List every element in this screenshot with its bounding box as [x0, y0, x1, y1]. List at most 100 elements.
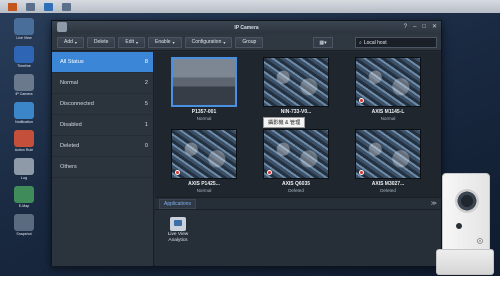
- search-box: ⌕: [355, 37, 437, 48]
- camera-name: NIN-733-V0...: [280, 109, 312, 115]
- sidebar-item-label: Disconnected: [60, 101, 94, 107]
- applications-panel: Applications ≫ Live View Analytics: [155, 197, 441, 266]
- desktop-icon-emap[interactable]: E-Map: [4, 186, 44, 208]
- status-sidebar: All Status 8 Normal 2 Disconnected 5 Dis…: [52, 52, 154, 266]
- window-controls: ? – □ ✕: [404, 23, 437, 31]
- close-icon[interactable]: ✕: [432, 23, 437, 31]
- ip-camera-icon: [14, 74, 34, 91]
- view-mode-button[interactable]: ▦▾: [313, 37, 333, 48]
- search-icon: ⌕: [359, 39, 362, 46]
- chevron-down-icon: ▾: [223, 39, 226, 45]
- sidebar-item-disconnected[interactable]: Disconnected 5: [52, 94, 153, 115]
- camera-name: P1357-001: [191, 109, 217, 115]
- sidebar-item-deleted[interactable]: Deleted 0: [52, 136, 153, 157]
- sidebar-item-label: Deleted: [60, 143, 80, 149]
- camera-tile[interactable]: AXIS P1425... Normal: [159, 129, 249, 193]
- camera-tile[interactable]: NIN-733-V0...: [251, 57, 341, 116]
- live-view-analytics-icon: [170, 217, 186, 231]
- camera-name: AXIS M3027...: [371, 181, 405, 187]
- timeline-icon: [14, 46, 34, 63]
- camera-tile[interactable]: AXIS Q6035 Deleted: [251, 129, 341, 193]
- ip-camera-device-photo: [436, 173, 494, 279]
- live-view-icon: [14, 18, 34, 35]
- chevron-down-icon: ▾: [136, 39, 139, 45]
- camera-grid-area: P1357-001 Normal NIN-733-V0... AXIS M114…: [155, 52, 441, 266]
- notification-icon: [14, 102, 34, 119]
- search-input[interactable]: [363, 39, 434, 46]
- camera-speaker-grille: [476, 237, 484, 245]
- taskbar-camera-icon[interactable]: [8, 2, 17, 11]
- desktop-icon-ipcam[interactable]: IP Camera: [4, 74, 44, 96]
- desktop-icon-log[interactable]: Log: [4, 158, 44, 180]
- camera-base: [436, 249, 494, 275]
- camera-sensor: [456, 223, 462, 229]
- group-button[interactable]: Group: [235, 36, 264, 48]
- camera-status: Normal: [196, 188, 212, 193]
- camera-tooltip: 攝影機 & 管理: [263, 117, 306, 128]
- sidebar-item-count: 8: [144, 59, 148, 65]
- sidebar-item-count: 5: [144, 101, 148, 107]
- app-camera-icon: [57, 22, 67, 32]
- delete-button[interactable]: Delete: [86, 36, 116, 48]
- sidebar-item-normal[interactable]: Normal 2: [52, 73, 153, 94]
- camera-tile[interactable]: AXIS M1145-L Normal: [343, 57, 433, 121]
- camera-lens-icon: [455, 189, 479, 213]
- camera-tile[interactable]: AXIS M3027... Deleted: [343, 129, 433, 193]
- camera-name: AXIS Q6035: [281, 181, 311, 187]
- camera-thumbnail: [355, 57, 421, 107]
- camera-thumbnail: [355, 129, 421, 179]
- app-tile-live-view-analytics[interactable]: Live View Analytics: [163, 217, 193, 243]
- emap-icon: [14, 186, 34, 203]
- recording-indicator-icon: [175, 170, 180, 175]
- sidebar-item-label: Disabled: [60, 122, 82, 128]
- minimize-icon[interactable]: –: [413, 23, 416, 31]
- desktop-taskbar: [0, 0, 500, 13]
- chevron-down-icon: ▾: [74, 39, 77, 45]
- help-icon[interactable]: ?: [404, 23, 407, 31]
- window-title: IP Camera: [234, 24, 259, 31]
- ip-camera-window: IP Camera ? – □ ✕ Add ▾ Delete Edit ▾ En…: [51, 20, 442, 266]
- enable-button[interactable]: Enable ▾: [148, 36, 182, 48]
- tab-applications[interactable]: Applications: [159, 198, 196, 209]
- sidebar-item-label: Normal: [60, 80, 79, 86]
- desktop-icon-live-view[interactable]: Live View: [4, 18, 44, 40]
- recording-indicator-icon: [359, 98, 364, 103]
- camera-name: AXIS M1145-L: [371, 109, 405, 115]
- edit-button[interactable]: Edit ▾: [118, 36, 146, 48]
- camera-status: Deleted: [380, 188, 396, 193]
- window-titlebar[interactable]: IP Camera ? – □ ✕: [52, 21, 441, 34]
- camera-thumbnail: [263, 57, 329, 107]
- camera-status: Normal: [196, 116, 212, 121]
- camera-name: AXIS P1425...: [188, 181, 220, 187]
- maximize-icon[interactable]: □: [422, 23, 426, 31]
- camera-thumbnail: [263, 129, 329, 179]
- camera-status: Normal: [380, 116, 396, 121]
- configuration-button[interactable]: Configuration ▾: [184, 36, 233, 48]
- add-button[interactable]: Add ▾: [57, 36, 84, 48]
- desktop: Live View Timeline IP Camera Notificatio…: [0, 0, 500, 276]
- sidebar-item-count: 0: [144, 143, 148, 149]
- sidebar-item-count: 2: [144, 80, 148, 86]
- sidebar-item-others[interactable]: Others: [52, 157, 153, 178]
- log-icon: [14, 158, 34, 175]
- sidebar-item-disabled[interactable]: Disabled 1: [52, 115, 153, 136]
- sidebar-item-all-status[interactable]: All Status 8: [52, 52, 153, 73]
- taskbar-app-icon[interactable]: [26, 2, 35, 11]
- desktop-icon-snapshot[interactable]: Snapshot: [4, 214, 44, 236]
- camera-thumbnail: [171, 129, 237, 179]
- recording-indicator-icon: [359, 170, 364, 175]
- toolbar: Add ▾ Delete Edit ▾ Enable ▾ Configurati…: [52, 34, 441, 51]
- taskbar-app-icon[interactable]: [62, 2, 71, 11]
- action-rule-icon: [14, 130, 34, 147]
- taskbar-ipcam-icon[interactable]: [44, 2, 53, 11]
- camera-thumbnail: [171, 57, 237, 107]
- desktop-icon-notification[interactable]: Notification: [4, 102, 44, 124]
- chevron-down-icon: ▾: [172, 39, 175, 45]
- app-tile-label: Live View Analytics: [167, 232, 189, 243]
- camera-tile[interactable]: P1357-001 Normal: [159, 57, 249, 121]
- desktop-icon-action-rule[interactable]: Action Rule: [4, 130, 44, 152]
- desktop-icon-timeline[interactable]: Timeline: [4, 46, 44, 68]
- applications-header: Applications ≫: [155, 198, 441, 210]
- camera-status: Deleted: [288, 188, 304, 193]
- recording-indicator-icon: [267, 170, 272, 175]
